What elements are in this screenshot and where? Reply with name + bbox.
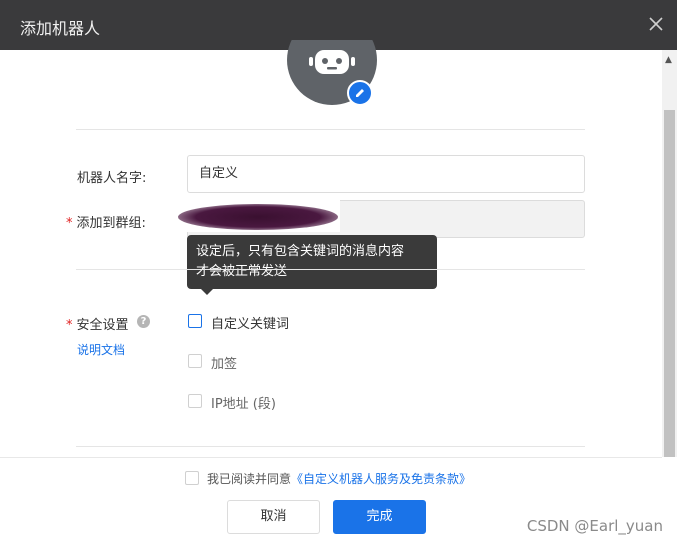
watermark: CSDN @Earl_yuan: [526, 517, 663, 535]
agree-checkbox[interactable]: [185, 471, 199, 485]
divider: [76, 446, 585, 447]
keyword-tooltip: 设定后，只有包含关键词的消息内容 才会被正常发送: [187, 235, 437, 289]
done-button[interactable]: 完成: [333, 500, 426, 534]
checkbox-ip-address[interactable]: [188, 394, 202, 408]
robot-name-input[interactable]: 自定义: [187, 155, 585, 193]
tooltip-line-2: 才会被正常发送: [196, 264, 288, 279]
checkbox-custom-keyword[interactable]: [188, 314, 202, 328]
group-label-row: * 添加到群组:: [66, 212, 146, 231]
footer-divider: [0, 457, 662, 458]
chevron-up-icon[interactable]: ▲: [665, 55, 672, 65]
name-label: 机器人名字:: [77, 171, 147, 186]
checkbox-sign[interactable]: [188, 354, 202, 368]
option-ip-address-label[interactable]: IP地址 (段): [211, 393, 276, 412]
tooltip-line-1: 设定后，只有包含关键词的消息内容: [196, 244, 405, 259]
redacted-group-name: [178, 204, 338, 230]
cancel-button[interactable]: 取消: [227, 500, 320, 534]
divider: [76, 269, 585, 270]
option-custom-keyword-label[interactable]: 自定义关键词: [211, 313, 289, 332]
scrollbar-thumb[interactable]: [664, 110, 675, 457]
divider: [76, 129, 585, 130]
close-icon[interactable]: [645, 13, 667, 35]
security-label-row: * 安全设置: [66, 314, 129, 333]
doc-link[interactable]: 说明文档: [77, 341, 125, 358]
required-mark: *: [66, 318, 73, 333]
edit-avatar-button[interactable]: [347, 80, 373, 106]
agree-text: 我已阅读并同意《自定义机器人服务及免责条款》: [207, 470, 471, 487]
help-icon[interactable]: ?: [137, 315, 150, 328]
dialog-title: 添加机器人: [20, 19, 101, 38]
terms-link[interactable]: 《自定义机器人服务及免责条款》: [291, 472, 471, 486]
scrollbar[interactable]: ▲: [662, 50, 677, 457]
group-label: 添加到群组:: [76, 216, 146, 231]
required-mark: *: [66, 216, 73, 231]
agree-prefix: 我已阅读并同意: [207, 472, 292, 486]
option-sign-label[interactable]: 加签: [211, 353, 237, 372]
tooltip-arrow: [201, 289, 213, 295]
pencil-icon: [356, 89, 364, 97]
security-label: 安全设置: [76, 318, 129, 333]
